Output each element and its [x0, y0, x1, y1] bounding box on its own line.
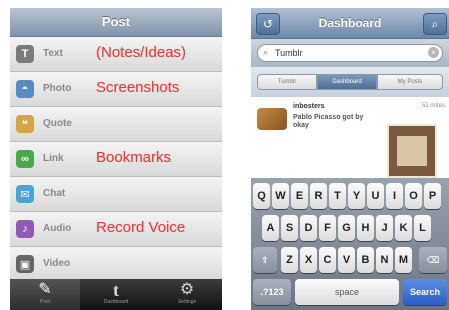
- key-q[interactable]: Q: [253, 183, 270, 209]
- tab-label: Dashboard: [103, 299, 129, 305]
- post-type-label: Text: [43, 48, 63, 59]
- key-b[interactable]: B: [357, 247, 374, 273]
- key-c[interactable]: C: [319, 247, 336, 273]
- tab-dashboard[interactable]: t Dashboard: [81, 279, 151, 310]
- avatar: [257, 108, 287, 130]
- keyboard-row: .?123 space Search: [251, 279, 449, 305]
- tab-label: Post: [39, 299, 50, 305]
- post-title: Post: [101, 14, 131, 29]
- keyboard-row: ⇧ Z X C V B N M ⌫: [251, 247, 449, 273]
- key-m[interactable]: M: [395, 247, 412, 273]
- search-icon: ⌕: [431, 17, 439, 31]
- dashboard-nav-bar: ↺ Dashboard ⌕: [251, 8, 449, 39]
- key-r[interactable]: R: [310, 183, 327, 209]
- search-button[interactable]: ⌕: [423, 13, 447, 35]
- post-type-label: Video: [43, 258, 71, 269]
- post-type-label: Link: [43, 153, 64, 164]
- post-username: inbosters: [293, 103, 325, 110]
- search-key[interactable]: Search: [403, 279, 447, 305]
- post-nav-bar: Post: [10, 8, 222, 37]
- post-description: Pablo Picasso got by okay: [293, 114, 364, 129]
- annotation-label: Screenshots: [96, 79, 180, 96]
- key-g[interactable]: G: [338, 215, 355, 241]
- delete-icon: ⌫: [426, 255, 440, 265]
- search-value: Tumblr: [275, 48, 303, 58]
- post-type-label: Photo: [43, 83, 72, 94]
- key-k[interactable]: K: [395, 215, 412, 241]
- shift-icon: ⇧: [261, 255, 269, 265]
- tab-label: Settings: [177, 299, 197, 305]
- settings-icon: ⚙: [179, 281, 195, 298]
- audio-icon: ♪: [16, 220, 34, 238]
- key-t[interactable]: T: [329, 183, 346, 209]
- keyboard: Q W E R T Y U I O P A S D F G H J K L ⇧ …: [251, 178, 449, 310]
- key-s[interactable]: S: [281, 215, 298, 241]
- key-z[interactable]: Z: [281, 247, 298, 273]
- scope-bar: Tumblr Dashboard My Posts: [251, 67, 449, 97]
- key-w[interactable]: W: [272, 183, 289, 209]
- key-n[interactable]: N: [376, 247, 393, 273]
- post-type-photo[interactable]: ◓ Photo Screenshots: [10, 72, 222, 107]
- key-j[interactable]: J: [376, 215, 393, 241]
- post-type-chat[interactable]: ✉ Chat: [10, 177, 222, 212]
- keyboard-row: Q W E R T Y U I O P: [251, 183, 449, 209]
- annotation-label: Record Voice: [96, 219, 186, 236]
- dashboard-post[interactable]: inbosters 52 notes Pablo Picasso got by …: [251, 98, 449, 178]
- key-e[interactable]: E: [291, 183, 308, 209]
- tab-bar: ✎ Post t Dashboard ⚙ Settings: [10, 279, 222, 310]
- photo-icon: ◓: [16, 80, 34, 98]
- quote-icon: ❝: [16, 115, 34, 133]
- post-type-label: Chat: [43, 188, 66, 199]
- post-notes-count: 52 notes: [421, 103, 445, 109]
- key-a[interactable]: A: [262, 215, 279, 241]
- delete-key[interactable]: ⌫: [419, 247, 447, 273]
- shift-key[interactable]: ⇧: [253, 247, 277, 273]
- text-icon: T: [16, 45, 34, 63]
- segment-tumblr[interactable]: Tumblr: [257, 74, 317, 90]
- post-type-audio[interactable]: ♪ Audio Record Voice: [10, 212, 222, 247]
- post-type-video[interactable]: ▣ Video: [10, 247, 222, 282]
- space-key[interactable]: space: [295, 279, 399, 305]
- annotation-label: (Notes/Ideas): [96, 44, 187, 61]
- key-p[interactable]: P: [424, 183, 441, 209]
- pin-icon: ✎: [38, 281, 52, 298]
- post-type-list: T Text (Notes/Ideas) ◓ Photo Screenshots…: [10, 37, 222, 282]
- dashboard-title: Dashboard: [318, 16, 382, 30]
- post-screen: Post T Text (Notes/Ideas) ◓ Photo Screen…: [10, 8, 222, 310]
- dashboard-screen: ↺ Dashboard ⌕ ⌕ Tumblr × Tumblr Dashboar…: [251, 8, 449, 310]
- search-input[interactable]: ⌕ Tumblr ×: [257, 44, 443, 62]
- key-h[interactable]: H: [357, 215, 374, 241]
- search-icon: ⌕: [263, 47, 269, 57]
- key-f[interactable]: F: [319, 215, 336, 241]
- segment-my-posts[interactable]: My Posts: [377, 74, 443, 90]
- numbers-key[interactable]: .?123: [253, 279, 291, 305]
- key-x[interactable]: X: [300, 247, 317, 273]
- post-type-label: Audio: [43, 223, 72, 234]
- key-o[interactable]: O: [405, 183, 422, 209]
- link-icon: ∞: [16, 150, 34, 168]
- clear-icon[interactable]: ×: [428, 47, 439, 58]
- post-type-label: Quote: [43, 118, 72, 129]
- video-icon: ▣: [16, 255, 34, 273]
- key-y[interactable]: Y: [348, 183, 365, 209]
- keyboard-row: A S D F G H J K L: [251, 215, 449, 241]
- search-bar: ⌕ Tumblr ×: [251, 39, 449, 67]
- segment-dashboard[interactable]: Dashboard: [317, 74, 377, 90]
- chat-icon: ✉: [16, 185, 34, 203]
- post-type-text[interactable]: T Text (Notes/Ideas): [10, 37, 222, 72]
- post-image: [387, 124, 437, 178]
- post-type-quote[interactable]: ❝ Quote: [10, 107, 222, 142]
- post-type-link[interactable]: ∞ Link Bookmarks: [10, 142, 222, 177]
- tab-settings[interactable]: ⚙ Settings: [152, 279, 222, 310]
- key-d[interactable]: D: [300, 215, 317, 241]
- tab-post[interactable]: ✎ Post: [10, 279, 80, 310]
- key-v[interactable]: V: [338, 247, 355, 273]
- annotation-label: Bookmarks: [96, 149, 172, 166]
- key-l[interactable]: L: [414, 215, 431, 241]
- key-i[interactable]: I: [386, 183, 403, 209]
- tumblr-icon: t: [113, 280, 119, 300]
- key-u[interactable]: U: [367, 183, 384, 209]
